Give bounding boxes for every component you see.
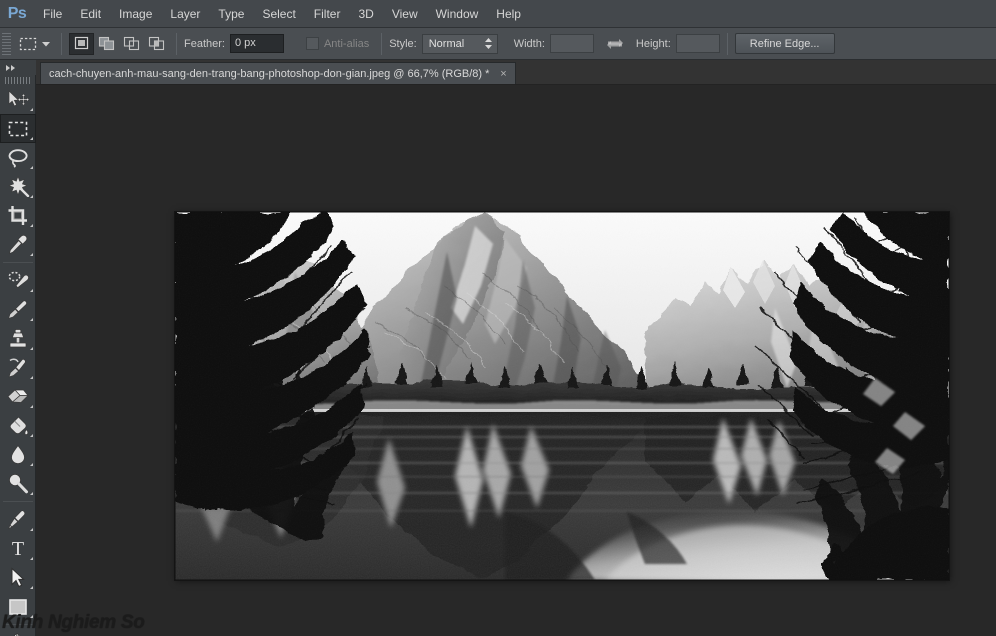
rectangle-tool[interactable] (0, 592, 36, 621)
anti-alias-checkbox[interactable] (305, 37, 319, 50)
tools-panel-grip[interactable] (0, 75, 36, 85)
document-tab[interactable]: cach-chuyen-anh-mau-sang-den-trang-bang-… (40, 62, 517, 84)
tool-submenu-indicator (30, 492, 33, 495)
tool-submenu-indicator (30, 586, 33, 589)
pen-tool[interactable] (0, 505, 36, 534)
options-bar-grip[interactable] (2, 32, 11, 55)
close-icon[interactable]: × (497, 68, 509, 80)
tool-submenu-indicator (30, 463, 33, 466)
blur-tool[interactable] (0, 440, 36, 469)
add-to-selection-button[interactable] (94, 32, 119, 55)
lasso-tool[interactable] (0, 143, 36, 172)
options-divider-4 (726, 32, 728, 55)
menu-item-file[interactable]: File (34, 0, 71, 28)
tool-submenu-indicator (30, 528, 33, 531)
tool-submenu-indicator (30, 289, 33, 292)
canvas-workspace[interactable] (36, 85, 996, 636)
subtract-from-selection-button[interactable] (119, 32, 144, 55)
selection-mode-group (69, 32, 169, 55)
options-bar: Feather: 0 px Anti-alias Style: Normal W… (0, 28, 996, 60)
brush-tool[interactable] (0, 295, 36, 324)
swap-width-height-icon[interactable] (606, 37, 624, 51)
style-select-value: Normal (428, 37, 465, 50)
options-divider-2 (176, 32, 177, 55)
rectangular-marquee-icon (16, 32, 40, 56)
anti-alias-label: Anti-alias (323, 37, 370, 50)
options-divider-1 (61, 32, 62, 55)
tools-panel: T (0, 60, 36, 636)
hand-tool[interactable] (0, 628, 36, 636)
menu-item-edit[interactable]: Edit (71, 0, 110, 28)
tool-submenu-indicator (30, 195, 33, 198)
tool-submenu-indicator (30, 253, 33, 256)
tool-preset-picker[interactable] (14, 32, 54, 56)
width-label: Width: (513, 37, 545, 50)
collapse-panel-button[interactable] (0, 60, 36, 75)
tool-submenu-indicator (30, 108, 33, 111)
document-tab-bar: cach-chuyen-anh-mau-sang-den-trang-bang-… (36, 60, 996, 85)
rectangular-marquee-tool[interactable] (0, 114, 36, 143)
photoshop-window: Ps File Edit Image Layer Type Select Fil… (0, 0, 996, 636)
menu-item-filter[interactable]: Filter (305, 0, 350, 28)
tool-submenu-indicator (30, 405, 33, 408)
eyedropper-tool[interactable] (0, 230, 36, 259)
menu-item-layer[interactable]: Layer (161, 0, 209, 28)
width-input[interactable] (549, 34, 594, 53)
magic-wand-tool[interactable] (0, 172, 36, 201)
tools-divider-1 (3, 262, 33, 263)
tool-submenu-indicator (30, 347, 33, 350)
horizontal-type-tool[interactable]: T (0, 534, 36, 563)
menu-bar: Ps File Edit Image Layer Type Select Fil… (0, 0, 996, 28)
menu-item-image[interactable]: Image (110, 0, 161, 28)
photoshop-logo: Ps (7, 4, 27, 22)
tool-submenu-indicator (30, 434, 33, 437)
path-selection-tool[interactable] (0, 563, 36, 592)
tool-submenu-indicator (30, 376, 33, 379)
menu-item-3d[interactable]: 3D (349, 0, 382, 28)
dodge-tool[interactable] (0, 469, 36, 498)
clone-stamp-tool[interactable] (0, 324, 36, 353)
menu-item-help[interactable]: Help (487, 0, 530, 28)
document-canvas[interactable] (175, 212, 949, 580)
photo-image (175, 212, 949, 580)
eraser-tool[interactable] (0, 382, 36, 411)
tool-submenu-indicator (30, 615, 33, 618)
history-brush-tool[interactable] (0, 353, 36, 382)
spinner-arrows-icon (484, 37, 493, 50)
menu-item-type[interactable]: Type (209, 0, 253, 28)
menu-item-select[interactable]: Select (253, 0, 304, 28)
options-divider-3 (381, 32, 383, 55)
tools-divider-2 (3, 501, 33, 502)
tool-submenu-indicator (30, 137, 33, 140)
tool-submenu-indicator (30, 318, 33, 321)
tool-submenu-indicator (30, 166, 33, 169)
height-label: Height: (635, 37, 671, 50)
new-selection-button[interactable] (69, 32, 94, 55)
tools-divider-3 (3, 624, 33, 625)
gradient-tool[interactable] (0, 411, 36, 440)
refine-edge-button[interactable]: Refine Edge... (734, 33, 835, 54)
menu-item-window[interactable]: Window (427, 0, 488, 28)
intersect-with-selection-button[interactable] (144, 32, 169, 55)
menu-item-view[interactable]: View (383, 0, 427, 28)
tool-submenu-indicator (30, 224, 33, 227)
chevron-down-icon[interactable] (40, 33, 52, 55)
height-input[interactable] (675, 34, 720, 53)
feather-label: Feather: (184, 37, 225, 50)
document-tab-title: cach-chuyen-anh-mau-sang-den-trang-bang-… (49, 67, 490, 80)
tool-submenu-indicator (30, 557, 33, 560)
style-label: Style: (389, 37, 417, 50)
style-select[interactable]: Normal (421, 33, 498, 54)
feather-input[interactable]: 0 px (229, 34, 284, 53)
spot-healing-brush-tool[interactable] (0, 266, 36, 295)
crop-tool[interactable] (0, 201, 36, 230)
move-tool[interactable] (0, 85, 36, 114)
